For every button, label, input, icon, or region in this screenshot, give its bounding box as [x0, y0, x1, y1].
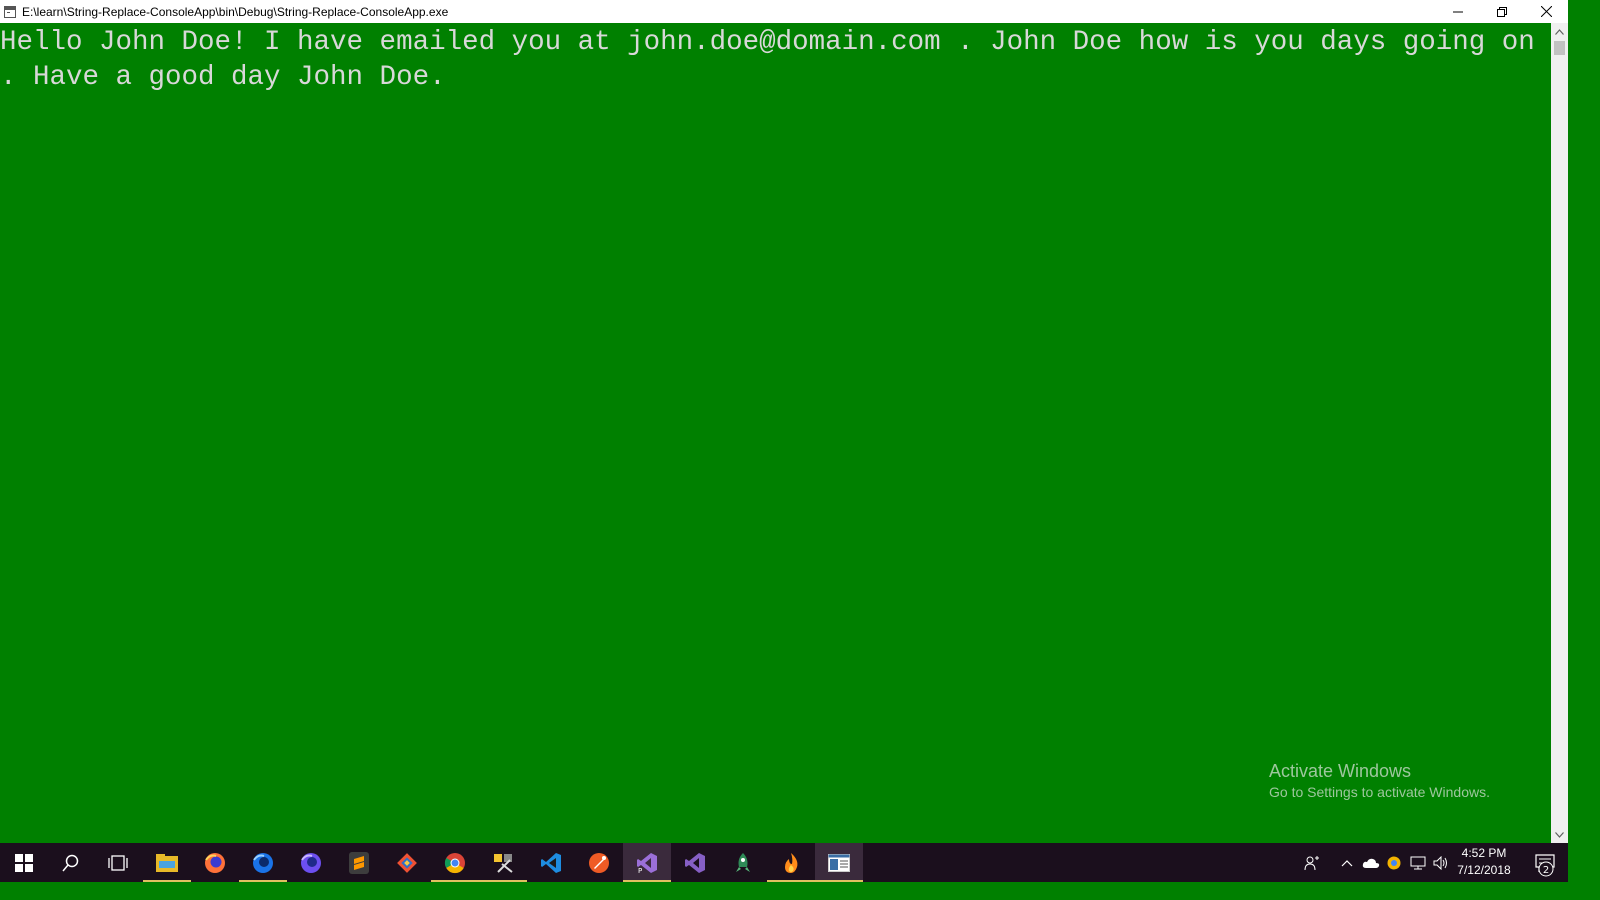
watermark-subtitle: Go to Settings to activate Windows.	[1269, 784, 1490, 800]
taskbar-visual-studio[interactable]	[671, 843, 719, 882]
postman-icon	[589, 852, 609, 873]
firefox-developer-icon	[253, 852, 273, 873]
fire-icon	[785, 852, 798, 873]
taskbar-tools[interactable]	[479, 843, 527, 882]
taskbar-file-explorer[interactable]	[143, 843, 191, 882]
rocket-icon	[736, 852, 750, 872]
taskbar-rocket-app[interactable]	[719, 843, 767, 882]
tray-network[interactable]	[1406, 843, 1430, 882]
taskbar-search-button[interactable]	[47, 843, 95, 882]
clock-time: 4:52 PM	[1461, 846, 1507, 860]
taskbar-vscode[interactable]	[527, 843, 575, 882]
file-explorer-icon	[156, 853, 178, 872]
taskbar-sublime-text[interactable]	[335, 843, 383, 882]
visual-studio-icon	[685, 852, 705, 873]
restore-icon	[1497, 6, 1507, 17]
tray-people[interactable]	[1300, 843, 1324, 882]
console-window-icon[interactable]	[4, 5, 16, 18]
task-view-button[interactable]	[94, 843, 142, 882]
windows-start-icon	[15, 853, 33, 872]
title-bar[interactable]: E:\learn\String-Replace-ConsoleApp\bin\D…	[0, 0, 1568, 23]
scroll-up-button[interactable]	[1551, 23, 1568, 40]
taskbar-git[interactable]	[383, 843, 431, 882]
close-button[interactable]	[1524, 0, 1568, 23]
firefox-icon	[205, 852, 225, 873]
tray-chrome[interactable]	[1382, 843, 1406, 882]
close-icon	[1540, 6, 1552, 17]
start-button[interactable]	[0, 843, 48, 882]
chevron-down-icon	[1555, 831, 1564, 838]
search-icon	[62, 854, 79, 871]
scroll-thumb[interactable]	[1554, 41, 1565, 55]
chevron-up-icon	[1341, 859, 1353, 866]
taskbar-firefox-developer[interactable]	[239, 843, 287, 882]
vertical-scrollbar[interactable]	[1551, 23, 1568, 843]
console-line: . Have a good day John Doe.	[0, 62, 446, 93]
sublime-text-icon	[349, 851, 369, 874]
network-icon	[1410, 856, 1426, 869]
svg-text:P: P	[638, 867, 642, 874]
console-app-icon	[828, 853, 850, 872]
vscode-icon	[541, 852, 561, 873]
notification-count: 2	[1543, 865, 1549, 876]
console-line: Hello John Doe! I have emailed you at jo…	[0, 27, 1535, 58]
taskbar-postman[interactable]	[575, 843, 623, 882]
clock-date: 7/12/2018	[1457, 863, 1511, 877]
minimize-button[interactable]	[1436, 0, 1480, 23]
taskbar-chrome[interactable]	[431, 843, 479, 882]
notification-count-badge: 2	[1538, 861, 1554, 877]
taskbar-visual-studio-preview[interactable]: P	[623, 843, 671, 882]
taskbar: P 4:52 PM 7/12/2018	[0, 843, 1568, 882]
chrome-icon	[444, 852, 465, 873]
taskbar-fire-app[interactable]	[767, 843, 815, 882]
taskbar-clock[interactable]: 4:52 PM 7/12/2018	[1450, 845, 1518, 879]
console-output[interactable]: Hello John Doe! I have emailed you at jo…	[0, 23, 1551, 843]
taskbar-firefox[interactable]	[191, 843, 239, 882]
restore-button[interactable]	[1480, 0, 1524, 23]
taskbar-firefox-nightly[interactable]	[287, 843, 335, 882]
volume-icon	[1433, 855, 1447, 870]
watermark-title: Activate Windows	[1269, 761, 1412, 781]
taskbar-console-app[interactable]	[815, 843, 863, 882]
window-title: E:\learn\String-Replace-ConsoleApp\bin\D…	[22, 4, 449, 19]
chrome-tray-icon	[1387, 856, 1401, 869]
scroll-down-button[interactable]	[1551, 826, 1568, 843]
tray-show-hidden[interactable]	[1335, 843, 1359, 882]
onedrive-icon	[1362, 858, 1380, 868]
activate-windows-watermark: Activate Windows Go to Settings to activ…	[1269, 760, 1490, 802]
tools-icon	[494, 853, 513, 873]
firefox-nightly-icon	[301, 852, 321, 873]
visual-studio-preview-icon: P	[637, 852, 657, 874]
people-icon	[1304, 855, 1319, 870]
git-icon	[397, 852, 417, 873]
window-controls	[1436, 0, 1568, 23]
task-view-icon	[108, 854, 128, 871]
minimize-icon	[1453, 11, 1463, 12]
tray-onedrive[interactable]	[1359, 843, 1383, 882]
chevron-up-icon	[1555, 28, 1564, 35]
